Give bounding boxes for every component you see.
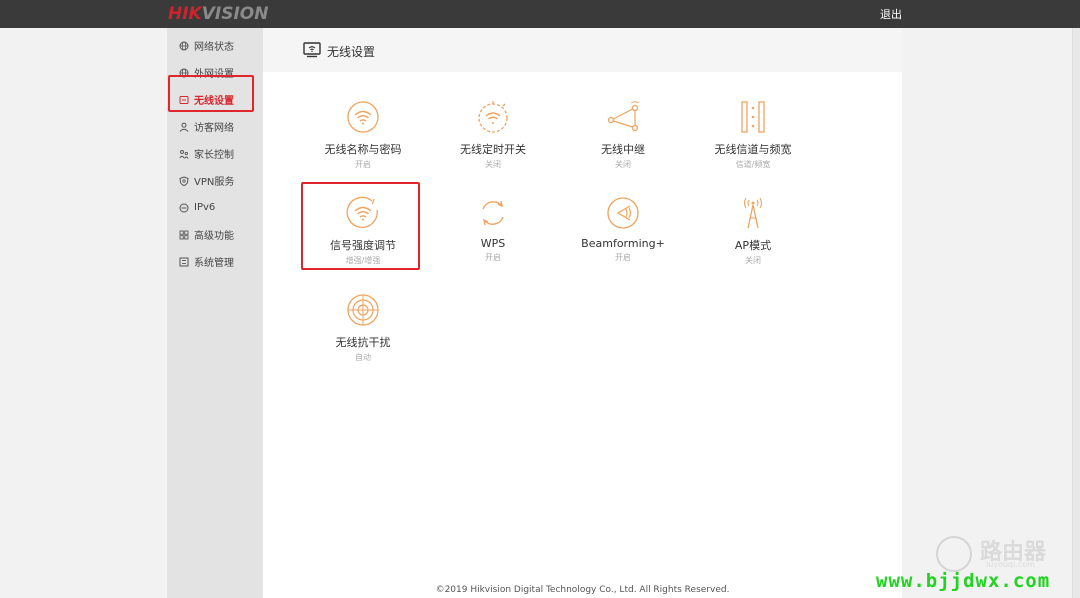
globe-icon — [179, 41, 189, 51]
tile-label: AP模式 — [734, 239, 772, 252]
tile-status: 关闭 — [615, 160, 631, 169]
monitor-wifi-icon — [303, 42, 321, 58]
beamforming-icon — [606, 196, 640, 230]
tile-label: 无线信道与频宽 — [714, 143, 792, 156]
tile-status: 增强/增强 — [345, 256, 381, 265]
tile-label: 信号强度调节 — [330, 239, 396, 252]
sidebar-item-guest-network[interactable]: 访客网络 — [167, 113, 263, 140]
sidebar-item-label: 高级功能 — [194, 231, 234, 242]
top-bar: HIKVISION 退出 — [0, 0, 1080, 28]
tile-status: 自动 — [355, 353, 371, 362]
wifi-timer-icon — [476, 100, 510, 134]
hikvision-logo: HIKVISION — [168, 3, 268, 25]
watermark-site-pinyin: luyouqi.com — [986, 560, 1035, 569]
tile-label: 无线名称与密码 — [324, 143, 402, 156]
logo-grey-text: VISION — [201, 4, 269, 24]
watermark-circle-icon — [936, 536, 972, 572]
sidebar-item-label: 系统管理 — [194, 258, 234, 269]
tile-beamforming[interactable]: Beamforming+ 开启 — [563, 196, 683, 286]
anti-interference-icon — [346, 293, 380, 327]
watermark-logo: 路由器 luyouqi.com — [936, 534, 1076, 572]
vertical-scrollbar[interactable] — [1072, 28, 1080, 598]
sidebar-item-label: 外网设置 — [194, 69, 234, 80]
sidebar-item-system-management[interactable]: 系统管理 — [167, 248, 263, 275]
tile-wireless-timer[interactable]: 无线定时开关 关闭 — [433, 100, 553, 190]
relay-icon — [606, 100, 640, 134]
globe-icon — [179, 68, 189, 78]
sidebar: 网络状态 外网设置 无线设置 访客网络 家长控制 VPN服务 IPv6 高级功能… — [167, 28, 263, 598]
sidebar-item-wan-settings[interactable]: 外网设置 — [167, 59, 263, 86]
sidebar-item-label: 访客网络 — [194, 123, 234, 134]
sidebar-item-label: 家长控制 — [194, 150, 234, 161]
tile-status: 开启 — [615, 253, 631, 262]
wireless-icon — [179, 95, 189, 105]
tile-status: 关闭 — [485, 160, 501, 169]
tile-label: 无线定时开关 — [460, 143, 526, 156]
tile-label: 无线中继 — [601, 143, 645, 156]
tile-signal-strength[interactable]: 信号强度调节 增强/增强 — [303, 196, 423, 286]
sidebar-item-advanced[interactable]: 高级功能 — [167, 221, 263, 248]
watermark-url: www.bjjdwx.com — [876, 570, 1051, 592]
antenna-icon — [736, 196, 770, 230]
sidebar-item-vpn[interactable]: VPN服务 — [167, 167, 263, 194]
tile-wireless-relay[interactable]: 无线中继 关闭 — [563, 100, 683, 190]
tile-status: 开启 — [355, 160, 371, 169]
family-icon — [179, 149, 189, 159]
grid-icon — [179, 230, 189, 240]
logo-red-text: HIK — [168, 4, 202, 24]
sidebar-item-label: 无线设置 — [194, 96, 234, 107]
sidebar-item-label: IPv6 — [194, 202, 216, 213]
user-icon — [179, 122, 189, 132]
wps-icon — [476, 196, 510, 230]
tile-status: 关闭 — [745, 256, 761, 265]
page-header: 无线设置 — [263, 28, 902, 72]
ipv6-icon — [179, 203, 189, 213]
shield-icon — [179, 175, 189, 186]
page-title: 无线设置 — [327, 45, 376, 59]
sidebar-item-label: VPN服务 — [194, 177, 235, 188]
sidebar-item-ipv6[interactable]: IPv6 — [167, 194, 263, 221]
tile-wps[interactable]: WPS 开启 — [433, 196, 553, 286]
tile-wireless-name-password[interactable]: 无线名称与密码 开启 — [303, 100, 423, 190]
tile-label: 无线抗干扰 — [335, 336, 391, 349]
sidebar-item-network-status[interactable]: 网络状态 — [167, 32, 263, 59]
logout-link[interactable]: 退出 — [880, 6, 902, 22]
tile-ap-mode[interactable]: AP模式 关闭 — [693, 196, 813, 286]
tile-label: WPS — [480, 237, 506, 250]
main-content: 无线名称与密码 开启 无线定时开关 关闭 无线中继 关闭 无线信道与频宽 信道/… — [263, 72, 902, 598]
channel-icon — [736, 100, 770, 134]
settings-icon — [179, 257, 189, 267]
tile-wireless-channel-bandwidth[interactable]: 无线信道与频宽 信道/频宽 — [693, 100, 813, 190]
tile-status: 信道/频宽 — [735, 160, 771, 169]
tile-status: 开启 — [485, 253, 501, 262]
copyright-footer: ©2019 Hikvision Digital Technology Co., … — [435, 585, 730, 595]
signal-strength-icon — [346, 196, 380, 230]
page-margin — [902, 28, 1072, 598]
wifi-circle-icon — [346, 100, 380, 134]
tile-anti-interference[interactable]: 无线抗干扰 自动 — [303, 293, 423, 383]
sidebar-item-wireless-settings[interactable]: 无线设置 — [167, 86, 263, 113]
sidebar-item-parental-control[interactable]: 家长控制 — [167, 140, 263, 167]
tile-label: Beamforming+ — [581, 237, 665, 250]
sidebar-item-label: 网络状态 — [194, 42, 234, 53]
